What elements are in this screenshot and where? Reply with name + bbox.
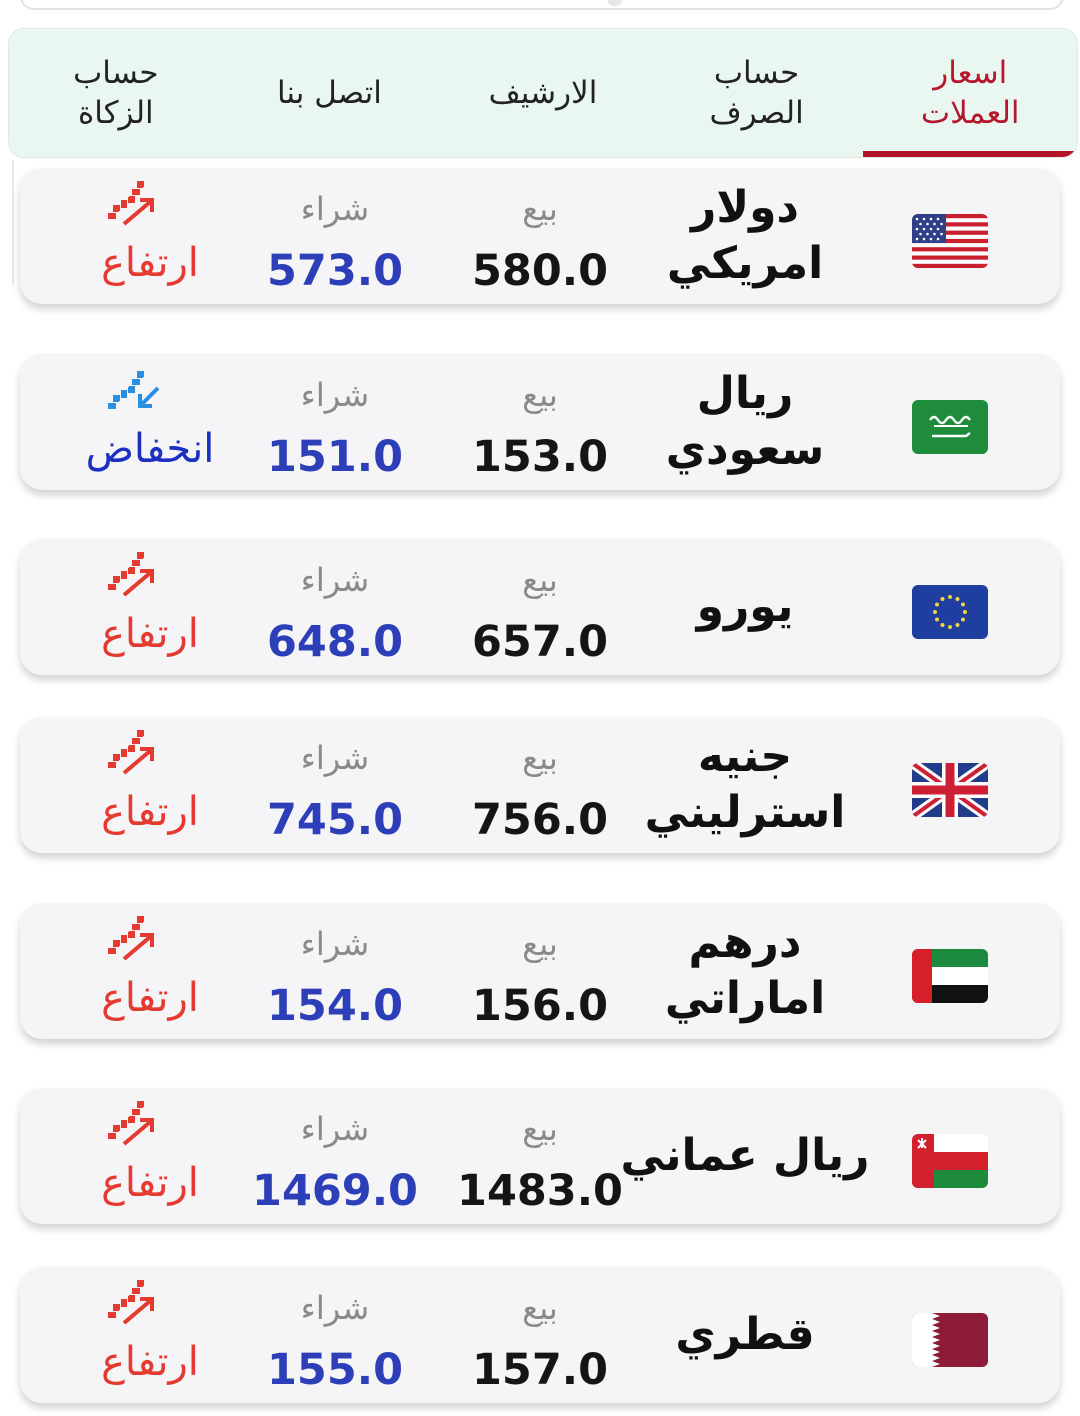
us-flag-icon — [912, 214, 988, 268]
sell-label: بيع — [522, 561, 558, 599]
buy-price: 151.0 — [266, 432, 403, 482]
buy-label: شراء — [300, 1289, 370, 1327]
edge-divider — [0, 160, 14, 285]
currency-card[interactable]: دولار امريكي بيع 580.0 شراء 573.0 ارتفاع — [20, 168, 1060, 304]
tab-label: اتصل بنا — [276, 75, 382, 111]
buy-label: شراء — [300, 739, 370, 777]
currency-card[interactable]: جنيه استرليني بيع 756.0 شراء 745.0 ارتفا… — [20, 717, 1060, 853]
sell-label: بيع — [522, 925, 558, 963]
trend-label: ارتفاع — [101, 1160, 199, 1206]
tab-label: حساب الصرف — [709, 55, 804, 131]
trend-label: ارتفاع — [101, 975, 199, 1021]
trend-label: ارتفاع — [101, 611, 199, 657]
currency-name: جنيه استرليني — [644, 731, 846, 838]
buy-price: 155.0 — [266, 1345, 403, 1395]
buy-price: 573.0 — [266, 246, 403, 296]
currency-name: قطري — [675, 1309, 815, 1360]
tab-label: حساب الزكاة — [73, 55, 159, 131]
qa-flag-icon — [912, 1313, 988, 1367]
sell-price: 153.0 — [471, 432, 608, 482]
tab-label: الارشيف — [488, 75, 598, 111]
currency-name: درهم اماراتي — [664, 917, 826, 1024]
scroll-indicator — [608, 0, 622, 6]
trend-label: انخفاض — [85, 426, 215, 472]
ae-flag-icon — [912, 949, 988, 1003]
trend-up-icon — [104, 551, 160, 601]
buy-price: 1469.0 — [252, 1166, 418, 1216]
buy-label: شراء — [300, 376, 370, 414]
buy-label: شراء — [300, 190, 370, 228]
buy-price: 648.0 — [266, 617, 403, 667]
sell-label: بيع — [522, 1289, 558, 1327]
trend-up-icon — [104, 1279, 160, 1329]
currency-name: ريال سعودي — [665, 368, 825, 475]
sell-price: 657.0 — [471, 617, 608, 667]
currency-card[interactable]: درهم اماراتي بيع 156.0 شراء 154.0 ارتفاع — [20, 903, 1060, 1039]
sell-label: بيع — [522, 190, 558, 228]
currency-card[interactable]: قطري بيع 157.0 شراء 155.0 ارتفاع — [20, 1267, 1060, 1403]
tab-exchange-calculator[interactable]: حساب الصرف — [650, 29, 864, 157]
sell-price: 580.0 — [471, 246, 608, 296]
trend-label: ارتفاع — [101, 789, 199, 835]
tab-archive[interactable]: الارشيف — [436, 29, 650, 157]
currency-card[interactable]: ريال عماني بيع 1483.0 شراء 1469.0 ارتفاع — [20, 1088, 1060, 1224]
currency-name: يورو — [696, 581, 794, 632]
trend-up-icon — [104, 180, 160, 230]
trend-label: ارتفاع — [101, 240, 199, 286]
sell-label: بيع — [522, 739, 558, 777]
trend-label: ارتفاع — [101, 1339, 199, 1385]
trend-up-icon — [104, 915, 160, 965]
trend-up-icon — [104, 729, 160, 779]
buy-price: 745.0 — [266, 795, 403, 845]
currency-name: ريال عماني — [620, 1130, 870, 1181]
buy-price: 154.0 — [266, 981, 403, 1031]
sell-label: بيع — [522, 1110, 558, 1148]
trend-down-icon — [104, 366, 160, 416]
currency-card[interactable]: ريال سعودي بيع 153.0 شراء 151.0 انخفاض — [20, 354, 1060, 490]
tab-currency-rates[interactable]: اسعار العملات — [863, 29, 1077, 157]
eu-flag-icon — [912, 585, 988, 639]
tab-label: اسعار العملات — [920, 55, 1020, 131]
currency-card[interactable]: يورو بيع 657.0 شراء 648.0 ارتفاع — [20, 539, 1060, 675]
buy-label: شراء — [300, 925, 370, 963]
sell-price: 157.0 — [471, 1345, 608, 1395]
top-scroll-strip — [20, 0, 1064, 10]
gb-flag-icon — [912, 763, 988, 817]
sell-price: 156.0 — [471, 981, 608, 1031]
tab-contact-us[interactable]: اتصل بنا — [223, 29, 437, 157]
sell-label: بيع — [522, 376, 558, 414]
currency-name: دولار امريكي — [666, 182, 824, 289]
om-flag-icon — [912, 1134, 988, 1188]
tab-zakat-calculator[interactable]: حساب الزكاة — [9, 29, 223, 157]
buy-label: شراء — [300, 561, 370, 599]
sell-price: 1483.0 — [457, 1166, 623, 1216]
trend-up-icon — [104, 1100, 160, 1150]
sa-flag-icon — [912, 400, 988, 454]
sell-price: 756.0 — [471, 795, 608, 845]
buy-label: شراء — [300, 1110, 370, 1148]
tab-bar: اسعار العملات حساب الصرف الارشيف اتصل بن… — [8, 28, 1078, 158]
